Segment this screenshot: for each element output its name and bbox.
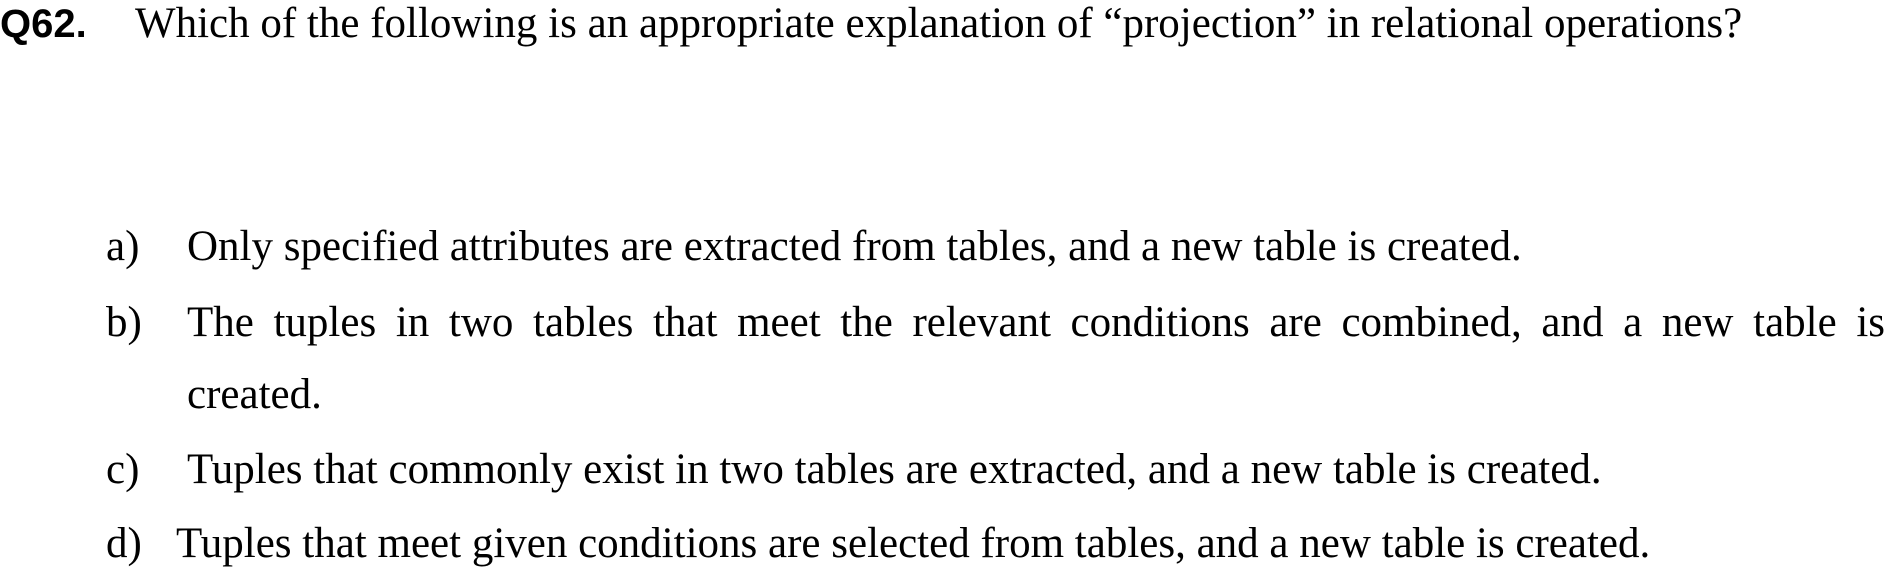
question-text: Which of the following is an appropriate… (135, 0, 1743, 47)
option-label: c) (106, 446, 140, 493)
option-text: Tuples that meet given conditions are se… (176, 520, 1651, 567)
option-label: a) (106, 223, 140, 270)
option-text: Only specified attributes are extracted … (187, 223, 1522, 270)
option-text: Tuples that commonly exist in two tables… (187, 446, 1602, 493)
question-number: Q62. (0, 2, 87, 46)
option-text: The tuples in two tables that meet the r… (187, 299, 1885, 418)
option-label: d) (106, 520, 142, 567)
option-label: b) (106, 299, 142, 346)
